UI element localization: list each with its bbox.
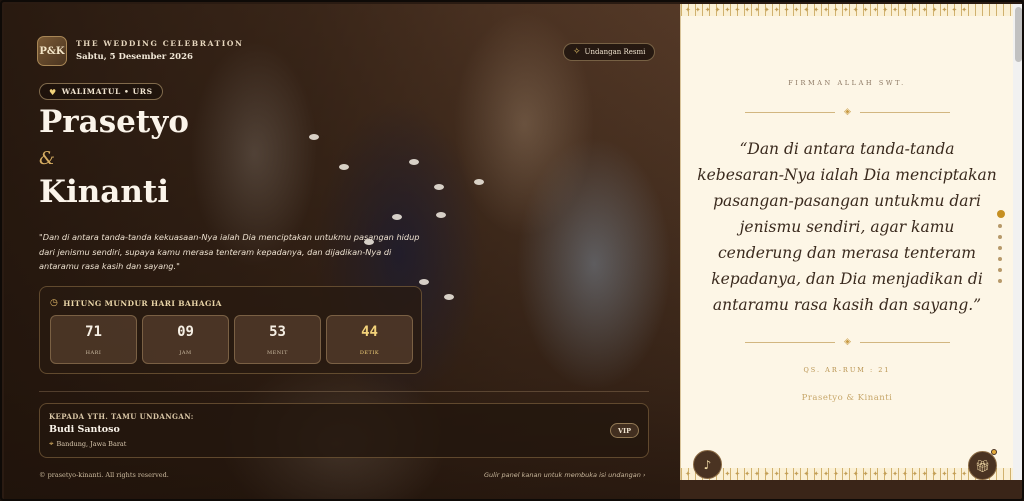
guest-heading: KEPADA YTH. TAMU UNDANGAN:	[49, 412, 194, 421]
ornament-divider: ◈	[745, 107, 950, 117]
minutes-label: MENIT	[267, 350, 288, 356]
monogram-logo: P&K	[37, 36, 67, 66]
hours-label: JAM	[179, 350, 192, 356]
days-value: 71	[85, 324, 102, 340]
guest-name: Budi Santoso	[49, 424, 120, 435]
sparkle-icon: ✧	[573, 47, 581, 57]
ornament-border-top: ✦✦✦✦✦✦✦✦✦✦✦✦✦✦✦✦✦✦✦✦✦✦✦✦✦✦✦✦✦	[681, 4, 1013, 16]
wedding-tagline: THE WEDDING CELEBRATION	[76, 39, 244, 48]
gift-button[interactable]: 🎁︎	[968, 451, 997, 480]
guest-location-label: Bandung, Jawa Barat	[56, 440, 127, 448]
seconds-label: DETIK	[359, 350, 380, 356]
ornament-divider: ◈	[745, 337, 950, 347]
ornament-line	[860, 342, 950, 343]
ornament-border-bottom: ✦✦✦✦✦✦✦✦✦✦✦✦✦✦✦✦✦✦✦✦✦✦✦✦✦✦✦✦✦	[681, 468, 1013, 480]
bride-name: Kinanti	[39, 174, 169, 210]
diamond-icon: ◈	[844, 337, 851, 347]
app-window: P&K THE WEDDING CELEBRATION Sabtu, 5 Des…	[0, 0, 1024, 501]
wedding-date: Sabtu, 5 Desember 2026	[76, 52, 193, 62]
seconds-value: 44	[361, 324, 378, 340]
pagination-dot[interactable]	[998, 246, 1002, 250]
heart-icon: ♥	[49, 86, 57, 97]
minutes-value: 53	[269, 324, 286, 340]
pagination-dot-active[interactable]	[997, 210, 1005, 218]
pagination-dot[interactable]	[998, 224, 1002, 228]
scroll-hint: Gulir panel kanan untuk membuka isi unda…	[484, 471, 646, 479]
guest-location: ⌖ Bandung, Jawa Barat	[49, 439, 126, 449]
guest-card: KEPADA YTH. TAMU UNDANGAN: Budi Santoso …	[39, 403, 649, 458]
pagination-dot[interactable]	[998, 235, 1002, 239]
clock-icon: ◷	[50, 298, 59, 308]
music-toggle-button[interactable]: ♪	[693, 450, 722, 479]
vip-badge: VIP	[610, 423, 639, 438]
ornament-pattern: ✦✦✦✦✦✦✦✦✦✦✦✦✦✦✦✦✦✦✦✦✦✦✦✦✦✦✦✦✦	[685, 470, 972, 478]
countdown-seconds: 44 DETIK	[326, 315, 413, 364]
hero-section: P&K THE WEDDING CELEBRATION Sabtu, 5 Des…	[4, 4, 680, 499]
ampersand: &	[39, 148, 56, 169]
pin-icon: ⌖	[49, 439, 54, 448]
verse-reference: QS. AR-RUM : 21	[803, 366, 891, 374]
hours-value: 09	[177, 324, 194, 340]
event-badge-label: WALIMATUL • URS	[61, 87, 153, 96]
countdown-hours: 09 JAM	[142, 315, 229, 364]
ornament-line	[745, 112, 835, 113]
invitation-panel[interactable]: ✦✦✦✦✦✦✦✦✦✦✦✦✦✦✦✦✦✦✦✦✦✦✦✦✦✦✦✦✦ FIRMAN ALL…	[680, 4, 1013, 480]
groom-name: Prasetyo	[39, 104, 189, 140]
copyright-text: © prasetyo-kinanti. All rights reserved.	[39, 471, 169, 479]
gift-icon: 🎁︎	[974, 458, 991, 473]
hero-content: P&K THE WEDDING CELEBRATION Sabtu, 5 Des…	[4, 4, 680, 499]
pagination-dot[interactable]	[998, 257, 1002, 261]
notification-dot	[991, 449, 997, 455]
countdown-title-label: HITUNG MUNDUR HARI BAHAGIA	[63, 298, 222, 308]
event-badge: ♥ WALIMATUL • URS	[39, 83, 163, 100]
countdown-days: 71 HARI	[50, 315, 137, 364]
couple-signature: Prasetyo & Kinanti	[801, 393, 893, 403]
music-note-icon: ♪	[703, 457, 712, 472]
bottom-strip	[680, 480, 1022, 499]
pagination-dot[interactable]	[998, 279, 1002, 283]
section-divider	[39, 391, 649, 392]
days-label: HARI	[85, 350, 102, 356]
scrollbar-thumb[interactable]	[1015, 7, 1022, 62]
official-invitation-button[interactable]: ✧ Undangan Resmi	[563, 43, 656, 61]
panel-quote: “Dan di antara tanda-tanda kebesaran-Nya…	[697, 140, 997, 314]
countdown-card: ◷ HITUNG MUNDUR HARI BAHAGIA 71 HARI 09 …	[39, 286, 422, 374]
hero-quote: "Dan di antara tanda-tanda kekuasaan-Nya…	[39, 232, 420, 271]
pagination-dot[interactable]	[998, 268, 1002, 272]
countdown-title: ◷ HITUNG MUNDUR HARI BAHAGIA	[50, 298, 222, 308]
ornament-line	[745, 342, 835, 343]
countdown-minutes: 53 MENIT	[234, 315, 321, 364]
panel-label: FIRMAN ALLAH SWT.	[788, 79, 906, 87]
panel-scrollbar[interactable]	[1013, 4, 1022, 480]
ornament-line	[860, 112, 950, 113]
diamond-icon: ◈	[844, 107, 851, 117]
section-pagination	[997, 210, 1005, 290]
official-invitation-label: Undangan Resmi	[584, 48, 646, 56]
ornament-pattern: ✦✦✦✦✦✦✦✦✦✦✦✦✦✦✦✦✦✦✦✦✦✦✦✦✦✦✦✦✦	[685, 6, 972, 14]
